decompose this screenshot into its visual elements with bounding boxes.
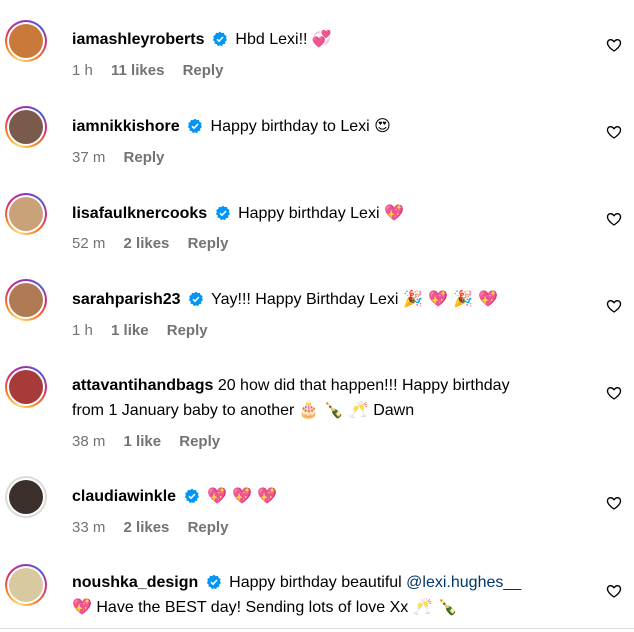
avatar[interactable] <box>5 106 47 148</box>
username[interactable]: lisafaulknercooks <box>72 205 207 222</box>
timestamp: 1 h <box>72 322 93 339</box>
likes-count[interactable]: 1 like <box>111 322 149 339</box>
avatar[interactable] <box>5 564 47 606</box>
heart-outline-icon[interactable] <box>606 298 622 314</box>
comment-signoff: Dawn <box>373 402 415 419</box>
verified-badge-icon <box>215 205 230 221</box>
emoji: 🎉 💖 🎉 💖 <box>402 289 498 308</box>
username[interactable]: iamnikkishore <box>72 118 180 135</box>
emoji: 💖 <box>72 597 92 616</box>
heart-outline-icon[interactable] <box>606 385 622 401</box>
emoji: 💖 💖 💖 <box>206 486 277 505</box>
emoji: 💞 <box>311 29 332 48</box>
reply-button[interactable]: Reply <box>188 235 229 252</box>
timestamp: 52 m <box>72 235 106 252</box>
reply-button[interactable]: Reply <box>179 433 220 450</box>
comment-text: Yay!!! Happy Birthday Lexi <box>211 291 399 308</box>
comment-text: Happy birthday to Lexi <box>210 118 370 135</box>
emoji: 😍 <box>374 116 391 135</box>
username[interactable]: sarahparish23 <box>72 291 181 308</box>
heart-outline-icon[interactable] <box>606 124 622 140</box>
verified-badge-icon <box>184 488 199 504</box>
reply-button[interactable]: Reply <box>183 62 224 79</box>
avatar[interactable] <box>5 476 47 518</box>
likes-count[interactable]: 2 likes <box>124 235 170 252</box>
verified-badge-icon <box>188 291 203 307</box>
timestamp: 1 h <box>72 62 93 79</box>
username[interactable]: iamashleyroberts <box>72 31 205 48</box>
divider <box>0 628 634 629</box>
comment-text: 20 how did that happen!!! Happy birthday <box>217 377 510 394</box>
mention-link[interactable]: @lexi.hughes__ <box>406 574 521 591</box>
heart-outline-icon[interactable] <box>606 583 622 599</box>
verified-badge-icon <box>212 31 227 47</box>
likes-count[interactable]: 11 likes <box>111 62 164 79</box>
avatar[interactable] <box>5 20 47 62</box>
timestamp: 33 m <box>72 519 106 536</box>
avatar[interactable] <box>5 279 47 321</box>
reply-button[interactable]: Reply <box>167 322 208 339</box>
comment-text: Happy birthday beautiful <box>229 574 402 591</box>
comment-text: Hbd Lexi!! <box>235 31 308 48</box>
comment-text: Happy birthday Lexi <box>238 205 380 222</box>
emoji: 🎂 🍾 🥂 <box>298 400 369 419</box>
avatar[interactable] <box>5 366 47 408</box>
reply-button[interactable]: Reply <box>188 519 229 536</box>
username[interactable]: noushka_design <box>72 574 198 591</box>
comment-text-line2: Have the BEST day! Sending lots of love … <box>96 599 409 616</box>
timestamp: 37 m <box>72 149 106 166</box>
reply-button[interactable]: Reply <box>124 149 165 166</box>
likes-count[interactable]: 1 like <box>124 433 162 450</box>
username[interactable]: claudiawinkle <box>72 488 176 505</box>
verified-badge-icon <box>206 574 221 590</box>
heart-outline-icon[interactable] <box>606 37 622 53</box>
heart-outline-icon[interactable] <box>606 211 622 227</box>
username[interactable]: attavantihandbags <box>72 377 213 394</box>
verified-badge-icon <box>187 118 203 134</box>
timestamp: 38 m <box>72 433 106 450</box>
heart-outline-icon[interactable] <box>606 495 622 511</box>
emoji: 💖 <box>383 203 404 222</box>
avatar[interactable] <box>5 193 47 235</box>
emoji: 🥂 🍾 <box>412 597 458 616</box>
comment-text-line2: from 1 January baby to another <box>72 402 295 419</box>
likes-count[interactable]: 2 likes <box>124 519 170 536</box>
